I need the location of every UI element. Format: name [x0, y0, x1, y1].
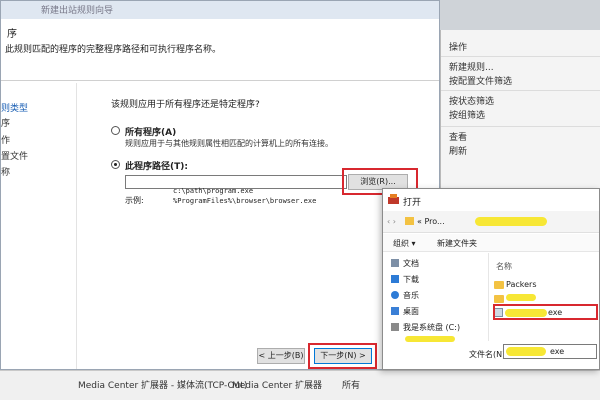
selected-file-highlight-box	[493, 304, 598, 320]
nav-system-drive[interactable]: 我是系统盘 (C:)	[403, 322, 460, 333]
redaction-mark	[506, 294, 536, 301]
music-icon	[391, 291, 399, 299]
downloads-icon	[391, 275, 399, 283]
nav-music[interactable]: 音乐	[403, 290, 419, 301]
filter-by-group-action[interactable]: 按组筛选	[449, 108, 485, 121]
folder-icon	[494, 281, 504, 289]
step-title: 序	[7, 29, 17, 40]
redaction-mark	[506, 347, 546, 356]
new-folder-button[interactable]: 新建文件夹	[437, 238, 477, 249]
folder-icon	[405, 217, 414, 225]
back-button[interactable]: < 上一步(B)	[257, 348, 305, 364]
all-programs-radio[interactable]	[111, 126, 120, 135]
actions-header: 操作	[449, 43, 468, 53]
documents-icon	[391, 259, 399, 267]
file-item-packers[interactable]: Packers	[506, 280, 537, 289]
steps-panel: 则类型 序 作 置文件 称	[1, 83, 77, 369]
open-dialog-title: 打开	[403, 198, 422, 208]
all-programs-description: 规则应用于与其他规则属性相匹配的计算机上的所有连接。	[125, 139, 333, 148]
new-rule-action[interactable]: 新建规则...	[449, 60, 494, 73]
new-outbound-rule-wizard: 新建出站规则向导 序 此规则匹配的程序的完整程序路径和可执行程序名称。 则类型 …	[0, 0, 440, 370]
organize-button[interactable]: 组织 ▾	[393, 238, 416, 249]
open-file-dialog: 打开 ‹ › « Pro... 组织 ▾ 新建文件夹 文档 下载 音乐 桌面 我…	[382, 188, 600, 370]
nav-documents[interactable]: 文档	[403, 258, 419, 269]
open-dialog-app-icon	[388, 194, 399, 204]
dialog-toolbar: 组织 ▾ 新建文件夹	[383, 234, 599, 252]
program-question: 该规则应用于所有程序还是特定程序?	[111, 100, 260, 110]
all-programs-label[interactable]: 所有程序(A)	[125, 125, 176, 138]
step-name[interactable]: 称	[1, 165, 10, 178]
drive-icon	[391, 323, 399, 331]
divider	[441, 126, 600, 127]
column-header-name[interactable]: 名称	[496, 261, 512, 272]
filename-value: exe	[550, 347, 565, 356]
refresh-action[interactable]: 刷新	[449, 144, 467, 157]
desktop-icon	[391, 307, 399, 315]
view-action[interactable]: 查看	[449, 130, 467, 143]
rule-name-cell: Media Center 扩展器 - 媒体流(TCP-Out)	[78, 381, 248, 391]
filter-by-profile-action[interactable]: 按配置文件筛选	[449, 74, 512, 87]
filter-by-state-action[interactable]: 按状态筛选	[449, 94, 494, 107]
address-path[interactable]: « Pro...	[417, 217, 445, 226]
example-path-2: %ProgramFiles%\browser\browser.exe	[173, 197, 317, 205]
rule-group-cell: Media Center 扩展器	[232, 381, 323, 391]
example-path-1: c:\path\program.exe	[173, 187, 254, 195]
next-highlight-box	[308, 343, 377, 369]
divider	[441, 90, 600, 91]
rule-list-row[interactable]: Media Center 扩展器 - 媒体流(TCP-Out) Media Ce…	[0, 370, 600, 400]
nav-desktop[interactable]: 桌面	[403, 306, 419, 317]
divider	[441, 56, 600, 57]
filename-input[interactable]: exe	[503, 344, 597, 359]
address-bar[interactable]: ‹ › « Pro...	[383, 211, 599, 233]
rule-profile-cell: 所有	[342, 381, 361, 391]
file-list: 名称 Packers exe	[490, 253, 599, 341]
navigation-pane: 文档 下载 音乐 桌面 我是系统盘 (C:)	[383, 253, 489, 342]
step-program[interactable]: 序	[1, 116, 10, 129]
nav-downloads[interactable]: 下载	[403, 274, 419, 285]
redaction-mark	[405, 336, 455, 342]
step-action[interactable]: 作	[1, 133, 10, 146]
folder-icon	[494, 295, 504, 303]
step-rule-type[interactable]: 则类型	[1, 101, 28, 114]
this-program-path-label[interactable]: 此程序路径(T):	[125, 159, 188, 172]
redaction-mark	[475, 217, 547, 226]
step-profile[interactable]: 置文件	[1, 149, 28, 162]
wizard-titlebar: 新建出站规则向导	[1, 1, 439, 19]
example-label: 示例:	[125, 196, 144, 205]
this-program-path-radio[interactable]	[111, 160, 120, 169]
back-arrow-icon[interactable]: ‹ ›	[387, 217, 396, 226]
step-description: 此规则匹配的程序的完整程序路径和可执行程序名称。	[5, 45, 222, 55]
